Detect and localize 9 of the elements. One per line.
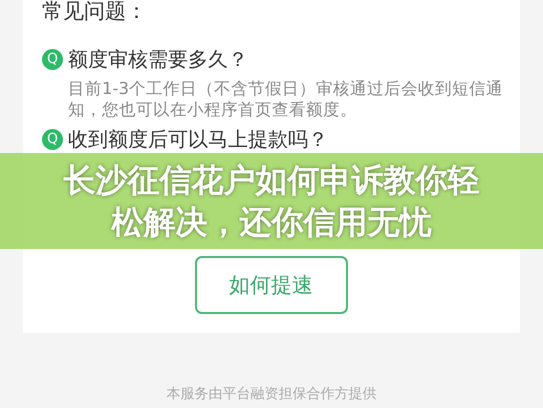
section-heading: 常见问题： — [42, 0, 148, 22]
banner-title: 长沙征信花户如何申诉教你轻松解决，还你信用无忧 — [62, 160, 480, 243]
faq-answer: 目前1-3个工作日（不含节假日）审核通过后会收到短信通知，您也可以在小程序首页查看额度。 — [68, 78, 504, 120]
faq-question: 收到额度后可以马上提款吗？ — [68, 126, 328, 152]
q-icon: Q — [42, 48, 63, 70]
faq-question: 额度审核需要多久？ — [68, 46, 248, 72]
footer-note: 本服务由平台融资担保合作方提供 — [166, 385, 378, 403]
q-icon: Q — [42, 128, 63, 150]
speed-up-button[interactable]: 如何提速 — [194, 256, 348, 314]
